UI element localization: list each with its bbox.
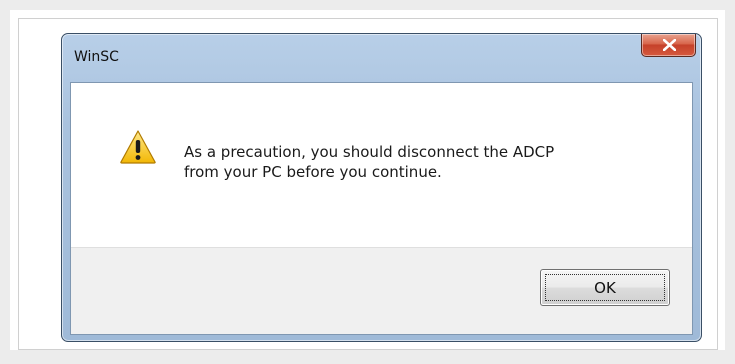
ok-button-label: OK bbox=[594, 278, 616, 297]
warning-icon bbox=[120, 130, 156, 164]
message-line-2: from your PC before you continue. bbox=[184, 163, 442, 181]
dialog-client-area: As a precaution, you should disconnect t… bbox=[70, 82, 693, 335]
button-bar: OK bbox=[71, 247, 692, 334]
dialog-window: WinSC As a precaution, you should discon… bbox=[61, 33, 702, 342]
close-icon bbox=[663, 39, 676, 51]
dialog-message: As a precaution, you should disconnect t… bbox=[184, 142, 664, 182]
close-button[interactable] bbox=[641, 34, 696, 57]
title-bar[interactable]: WinSC bbox=[62, 34, 701, 79]
ok-button[interactable]: OK bbox=[540, 269, 670, 306]
window-title: WinSC bbox=[74, 49, 119, 65]
message-area: As a precaution, you should disconnect t… bbox=[71, 83, 692, 247]
message-line-1: As a precaution, you should disconnect t… bbox=[184, 143, 555, 161]
